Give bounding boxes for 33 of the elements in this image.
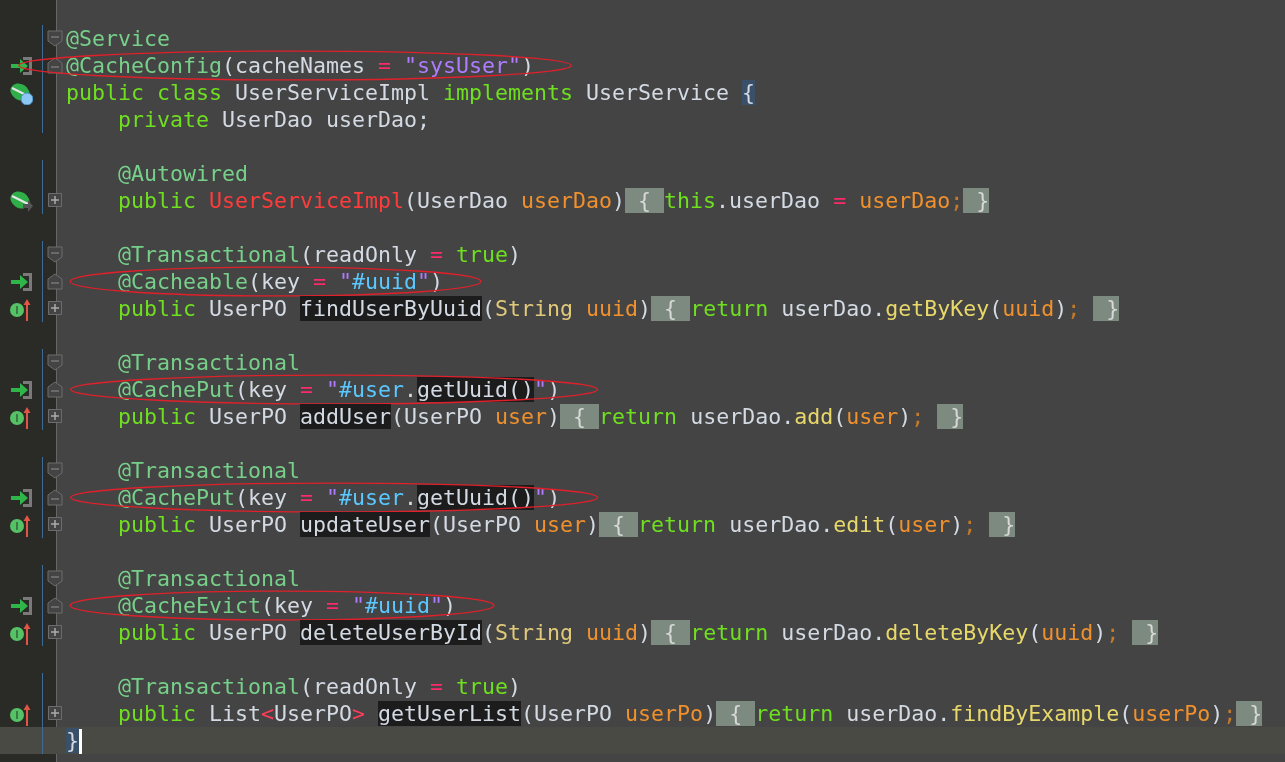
code-line: @Transactional: [118, 349, 300, 376]
code-line: @Service: [66, 25, 170, 52]
code-line: public UserServiceImpl(UserDao userDao) { this.userDao = userDao; }: [118, 187, 990, 214]
code-line: @Autowired: [118, 160, 248, 187]
code-line: @Transactional: [118, 457, 300, 484]
fold-marker-icon[interactable]: [46, 246, 63, 263]
fold-marker-icon[interactable]: [46, 570, 63, 587]
expand-icon[interactable]: [46, 192, 63, 209]
code-line: public UserPO updateUser(UserPO user) { return userDao.edit(user); }: [118, 511, 1016, 538]
fold-marker-icon[interactable]: [46, 489, 63, 506]
expand-icon[interactable]: [46, 624, 63, 641]
code-line: @Transactional(readOnly = true): [118, 673, 522, 700]
bean-arrow-icon[interactable]: [9, 188, 33, 213]
fold-marker-icon[interactable]: [46, 354, 63, 371]
fold-marker-icon[interactable]: [46, 30, 63, 47]
expand-icon[interactable]: [46, 408, 63, 425]
code-line: private UserDao userDao;: [118, 106, 431, 133]
fold-marker-icon[interactable]: [46, 381, 63, 398]
code-line: @Transactional: [118, 565, 300, 592]
fold-marker-icon[interactable]: [46, 597, 63, 614]
code-line: public UserPO findUserByUuid(String uuid) { return userDao.getByKey(uuid); }: [118, 295, 1120, 322]
code-line: public UserPO addUser(UserPO user) { return userDao.add(user); }: [118, 403, 964, 430]
expand-icon[interactable]: [46, 705, 63, 722]
expand-icon[interactable]: [46, 516, 63, 533]
fold-marker-icon[interactable]: [46, 462, 63, 479]
fold-marker-icon[interactable]: [46, 57, 63, 74]
code-line: @Transactional(readOnly = true): [118, 241, 522, 268]
code-line: public List<UserPO> getUserList(UserPO userPo) { return userDao.findByExample(userPo); }: [118, 700, 1263, 727]
code-line: public class UserServiceImpl implements UserService {: [66, 79, 756, 106]
bean-icon[interactable]: [9, 80, 33, 105]
expand-icon[interactable]: [46, 300, 63, 317]
code-line: public UserPO deleteUserById(String uuid) { return userDao.deleteByKey(uuid); }: [118, 619, 1159, 646]
fold-marker-icon[interactable]: [46, 273, 63, 290]
